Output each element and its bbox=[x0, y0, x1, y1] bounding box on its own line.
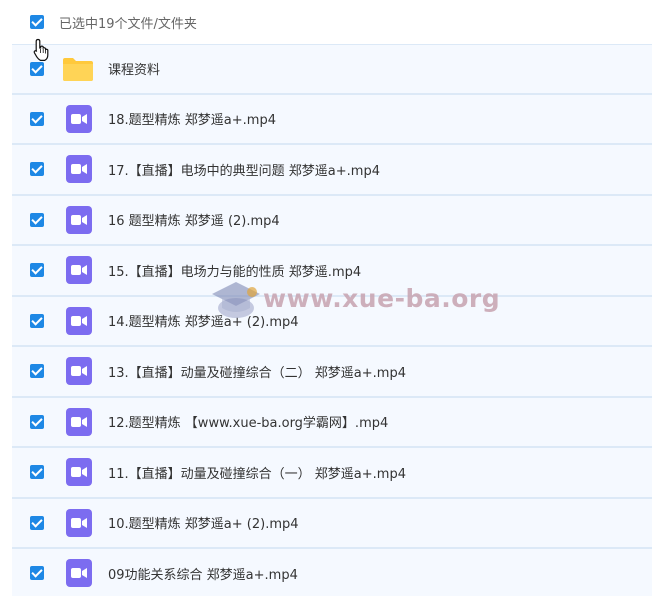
row-checkbox[interactable] bbox=[30, 465, 44, 480]
list-item[interactable]: 09功能关系综合 郑梦遥a+.mp4 bbox=[12, 549, 652, 596]
row-checkbox[interactable] bbox=[30, 162, 44, 177]
row-checkbox[interactable] bbox=[30, 212, 44, 227]
file-name[interactable]: 16 题型精炼 郑梦遥 (2).mp4 bbox=[108, 210, 280, 229]
list-item[interactable]: 18.题型精炼 郑梦遥a+.mp4 bbox=[12, 94, 652, 145]
selection-count-label: 已选中19个文件/文件夹 bbox=[59, 16, 197, 32]
row-checkbox[interactable] bbox=[30, 61, 44, 76]
file-name[interactable]: 17.【直播】电场中的典型问题 郑梦遥a+.mp4 bbox=[108, 160, 380, 179]
list-item[interactable]: 16 题型精炼 郑梦遥 (2).mp4 bbox=[12, 195, 652, 246]
video-file-icon bbox=[66, 559, 92, 588]
folder-name[interactable]: 课程资料 bbox=[108, 59, 160, 78]
file-name[interactable]: 15.【直播】电场力与能的性质 郑梦遥.mp4 bbox=[108, 261, 361, 280]
file-name[interactable]: 09功能关系综合 郑梦遥a+.mp4 bbox=[108, 564, 298, 583]
row-checkbox[interactable] bbox=[30, 566, 44, 581]
file-manager: 已选中19个文件/文件夹 课程资料 18.题型精炼 郑梦遥a+.mp4 17.【… bbox=[0, 0, 652, 596]
file-name[interactable]: 13.【直播】动量及碰撞综合（二） 郑梦遥a+.mp4 bbox=[108, 362, 406, 381]
video-file-icon bbox=[66, 256, 92, 285]
file-name[interactable]: 18.题型精炼 郑梦遥a+.mp4 bbox=[108, 109, 276, 128]
select-all-checkbox[interactable] bbox=[30, 15, 44, 29]
video-file-icon bbox=[66, 407, 92, 436]
folder-icon bbox=[62, 56, 94, 82]
file-name[interactable]: 14.题型精炼 郑梦遥a+ (2).mp4 bbox=[108, 311, 299, 330]
list-item[interactable]: 13.【直播】动量及碰撞综合（二） 郑梦遥a+.mp4 bbox=[12, 347, 652, 398]
list-item[interactable]: 12.题型精炼 【www.xue-ba.org学霸网】.mp4 bbox=[12, 397, 652, 448]
row-checkbox[interactable] bbox=[30, 313, 44, 328]
list-item-folder[interactable]: 课程资料 bbox=[12, 44, 652, 95]
file-name[interactable]: 12.题型精炼 【www.xue-ba.org学霸网】.mp4 bbox=[108, 412, 388, 431]
video-file-icon bbox=[66, 508, 92, 537]
row-checkbox[interactable] bbox=[30, 364, 44, 379]
file-name[interactable]: 11.【直播】动量及碰撞综合（一） 郑梦遥a+.mp4 bbox=[108, 463, 406, 482]
video-file-icon bbox=[66, 155, 92, 184]
file-name[interactable]: 10.题型精炼 郑梦遥a+ (2).mp4 bbox=[108, 513, 299, 532]
hand-pointer-icon bbox=[33, 38, 49, 61]
list-item[interactable]: 11.【直播】动量及碰撞综合（一） 郑梦遥a+.mp4 bbox=[12, 448, 652, 499]
list-item[interactable]: 14.题型精炼 郑梦遥a+ (2).mp4 bbox=[12, 296, 652, 347]
list-item[interactable]: 17.【直播】电场中的典型问题 郑梦遥a+.mp4 bbox=[12, 145, 652, 196]
selection-header: 已选中19个文件/文件夹 bbox=[12, 0, 652, 44]
video-file-icon bbox=[66, 306, 92, 335]
row-checkbox[interactable] bbox=[30, 263, 44, 278]
list-item[interactable]: 10.题型精炼 郑梦遥a+ (2).mp4 bbox=[12, 498, 652, 549]
list-item[interactable]: 15.【直播】电场力与能的性质 郑梦遥.mp4 bbox=[12, 246, 652, 297]
video-file-icon bbox=[66, 104, 92, 133]
video-file-icon bbox=[66, 458, 92, 487]
row-checkbox[interactable] bbox=[30, 515, 44, 530]
row-checkbox[interactable] bbox=[30, 111, 44, 126]
row-checkbox[interactable] bbox=[30, 414, 44, 429]
file-list: 课程资料 18.题型精炼 郑梦遥a+.mp4 17.【直播】电场中的典型问题 郑… bbox=[12, 44, 652, 596]
video-file-icon bbox=[66, 205, 92, 234]
video-file-icon bbox=[66, 357, 92, 386]
